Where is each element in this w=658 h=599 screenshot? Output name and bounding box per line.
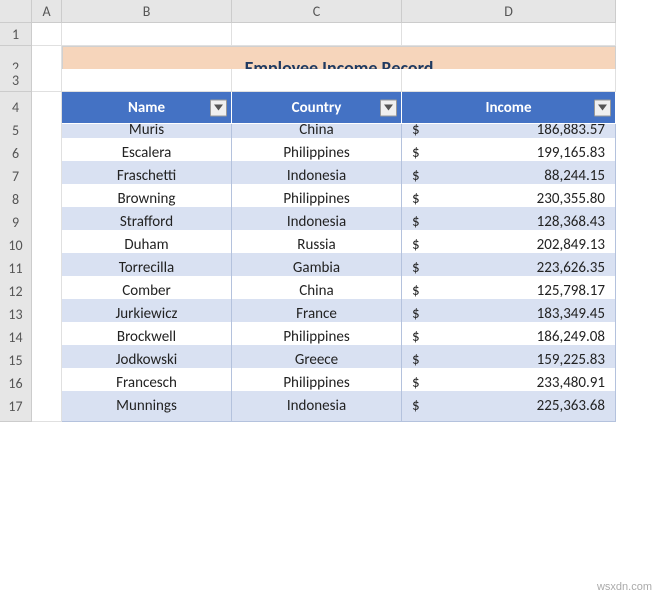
chevron-down-icon (214, 105, 223, 111)
currency-symbol: $ (412, 351, 420, 369)
cell-A17[interactable] (32, 391, 62, 422)
currency-symbol: $ (412, 328, 420, 346)
column-header-country-label: Country (292, 99, 342, 117)
chevron-down-icon (598, 105, 607, 111)
currency-symbol: $ (412, 259, 420, 277)
cell-country[interactable]: Indonesia (232, 391, 402, 422)
filter-button-income[interactable] (594, 99, 611, 116)
currency-symbol: $ (412, 236, 420, 254)
currency-symbol: $ (412, 213, 420, 231)
cell-name[interactable]: Munnings (62, 391, 232, 422)
column-header-name[interactable]: Name (62, 92, 232, 124)
filter-button-name[interactable] (210, 99, 227, 116)
income-value: 230,355.80 (537, 190, 605, 208)
income-value: 88,244.15 (544, 167, 605, 185)
col-header-A[interactable]: A (32, 0, 62, 23)
filter-button-country[interactable] (380, 99, 397, 116)
cell-B3[interactable] (62, 69, 232, 92)
column-header-income-label: Income (485, 99, 531, 117)
currency-symbol: $ (412, 167, 420, 185)
income-value: 199,165.83 (537, 144, 605, 162)
row-header-3[interactable]: 3 (0, 69, 32, 92)
income-value: 183,349.45 (537, 305, 605, 323)
income-value: 128,368.43 (537, 213, 605, 231)
income-value: 159,225.83 (537, 351, 605, 369)
currency-symbol: $ (412, 397, 420, 415)
income-value: 186,249.08 (537, 328, 605, 346)
cell-D1[interactable] (402, 23, 616, 46)
cell-C3[interactable] (232, 69, 402, 92)
income-value: 125,798.17 (537, 282, 605, 300)
income-value: 223,626.35 (537, 259, 605, 277)
currency-symbol: $ (412, 374, 420, 392)
select-all-corner[interactable] (0, 0, 32, 23)
currency-symbol: $ (412, 144, 420, 162)
income-value: 225,363.68 (537, 397, 605, 415)
chevron-down-icon (384, 105, 393, 111)
cell-D3[interactable] (402, 69, 616, 92)
row-header-1[interactable]: 1 (0, 23, 32, 46)
column-header-country[interactable]: Country (232, 92, 402, 124)
cell-C1[interactable] (232, 23, 402, 46)
row-header-17[interactable]: 17 (0, 391, 32, 422)
cell-A1[interactable] (32, 23, 62, 46)
col-header-C[interactable]: C (232, 0, 402, 23)
column-header-income[interactable]: Income (402, 92, 616, 124)
currency-symbol: $ (412, 190, 420, 208)
cell-A3[interactable] (32, 69, 62, 92)
currency-symbol: $ (412, 305, 420, 323)
col-header-D[interactable]: D (402, 0, 616, 23)
cell-income[interactable]: $225,363.68 (402, 391, 616, 422)
spreadsheet-grid: A B C D 1 2 Employee Income Record 3 4 N… (0, 0, 658, 414)
col-header-B[interactable]: B (62, 0, 232, 23)
currency-symbol: $ (412, 282, 420, 300)
watermark: wsxdn.com (597, 581, 652, 593)
income-value: 202,849.13 (537, 236, 605, 254)
column-header-name-label: Name (128, 99, 165, 117)
income-value: 233,480.91 (537, 374, 605, 392)
cell-B1[interactable] (62, 23, 232, 46)
